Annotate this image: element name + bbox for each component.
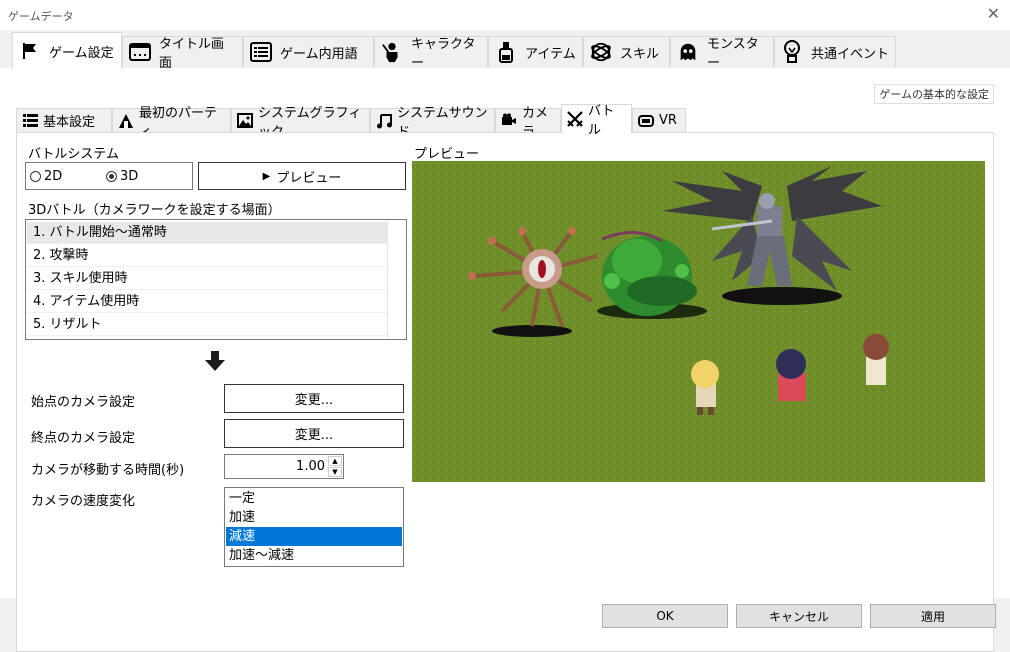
- list-item[interactable]: 1. バトル開始～通常時: [27, 222, 388, 244]
- list-icon: [250, 41, 272, 63]
- speed-option[interactable]: 一定: [226, 489, 402, 508]
- camera-scene-list-label: 3Dバトル（カメラワークを設定する場面）: [28, 203, 281, 218]
- battle-system-label: バトルシステム: [28, 147, 120, 162]
- pane-header: ゲームの基本的な設定: [874, 84, 994, 104]
- subtab-battle[interactable]: バトル: [561, 104, 632, 138]
- start-camera-label: 始点のカメラ設定: [31, 395, 136, 410]
- party-icon: [118, 113, 134, 129]
- speed-option[interactable]: 加速～減速: [226, 546, 402, 565]
- tab-item[interactable]: アイテム: [488, 36, 583, 67]
- subtab-system-graphic[interactable]: システムグラフィック: [231, 106, 370, 140]
- tab-label: ゲーム内用語: [280, 46, 358, 62]
- radio-3d[interactable]: 3D: [106, 169, 138, 184]
- subtab-vr[interactable]: VR: [632, 108, 686, 132]
- music-icon: [376, 113, 392, 129]
- tab-game-settings[interactable]: ゲーム設定: [12, 32, 122, 69]
- end-camera-change-button[interactable]: 変更...: [224, 419, 404, 448]
- speed-label: カメラの速度変化: [31, 494, 136, 509]
- party-member-brown-hair-sprite: [863, 334, 889, 385]
- image-icon: [237, 113, 253, 129]
- stepper-up-icon[interactable]: ▲: [328, 456, 342, 466]
- subtab-label: VR: [659, 113, 677, 128]
- stepper-down-icon[interactable]: ▼: [328, 467, 342, 477]
- radio-2d-label: 2D: [44, 169, 63, 184]
- end-camera-label: 終点のカメラ設定: [31, 431, 136, 446]
- preview-label: プレビュー: [414, 147, 480, 162]
- camera-icon: [501, 113, 517, 129]
- swords-icon: [567, 111, 583, 127]
- bottle-icon: [495, 41, 517, 63]
- tab-game-terms[interactable]: ゲーム内用語: [243, 36, 374, 67]
- start-camera-change-button[interactable]: 変更...: [224, 384, 404, 413]
- subtab-basic[interactable]: 基本設定: [16, 108, 112, 132]
- radio-3d-label: 3D: [120, 169, 139, 184]
- subtab-initial-party[interactable]: 最初のパーティ: [112, 106, 231, 140]
- flag-icon: [19, 40, 41, 62]
- subtab-label: 基本設定: [43, 115, 96, 130]
- preview-button-label: プレビュー: [276, 170, 342, 186]
- move-time-value: 1.00: [296, 459, 325, 474]
- character-icon: [381, 41, 403, 63]
- tab-label: キャラクター: [411, 37, 476, 71]
- party-member-dark-hair-sprite: [776, 349, 806, 401]
- tab-monster[interactable]: モンスター: [670, 36, 774, 71]
- window-title: ゲームデータ: [8, 10, 74, 23]
- ok-button[interactable]: OK: [602, 604, 728, 628]
- preview-button[interactable]: ▶ プレビュー: [198, 162, 406, 190]
- tab-label: アイテム: [525, 46, 576, 62]
- speed-option[interactable]: 加速: [226, 508, 402, 527]
- main-tab-bar: ゲーム設定 タイトル画面 ゲーム内用語 キャラクター アイテム スキル モンスタ…: [0, 32, 1010, 71]
- camera-scene-list: 1. バトル開始～通常時 2. 攻撃時 3. スキル使用時 4. アイテム使用時…: [25, 219, 407, 340]
- tab-title-screen[interactable]: タイトル画面: [122, 36, 243, 71]
- move-time-stepper[interactable]: 1.00 ▲ ▼: [224, 454, 344, 479]
- radio-3d-circle: [106, 171, 117, 182]
- subtab-label: バトル: [588, 104, 615, 138]
- battle-preview-image: [412, 161, 985, 482]
- apply-button[interactable]: 適用: [870, 604, 996, 628]
- bulb-icon: [781, 40, 803, 63]
- tab-character[interactable]: キャラクター: [374, 36, 488, 71]
- list-icon: [22, 113, 38, 129]
- radio-2d[interactable]: 2D: [30, 169, 62, 184]
- vr-icon: [638, 113, 654, 129]
- radio-2d-circle: [30, 171, 41, 182]
- battle-system-group: 2D 3D: [25, 162, 193, 190]
- tab-skill[interactable]: スキル: [583, 36, 670, 67]
- ghost-icon: [677, 41, 699, 63]
- play-icon: ▶: [262, 170, 271, 182]
- list-divider: [387, 220, 388, 339]
- list-item[interactable]: 4. アイテム使用時: [27, 291, 388, 313]
- subtab-camera[interactable]: カメラ: [495, 106, 561, 140]
- list-item[interactable]: 2. 攻撃時: [27, 245, 388, 267]
- title-bar: ゲームデータ ✕: [0, 0, 1010, 30]
- close-icon[interactable]: ✕: [987, 4, 1000, 23]
- list-item[interactable]: 3. スキル使用時: [27, 268, 388, 290]
- tab-common-event[interactable]: 共通イベント: [774, 36, 896, 67]
- tab-label: モンスター: [707, 37, 759, 71]
- speed-option[interactable]: 減速: [226, 527, 402, 546]
- speed-listbox: 一定 加速 減速 加速～減速: [224, 487, 404, 567]
- cancel-button[interactable]: キャンセル: [736, 604, 862, 628]
- tab-label: スキル: [620, 46, 660, 62]
- subtab-system-sound[interactable]: システムサウンド: [370, 106, 495, 140]
- arrow-down-icon: [204, 350, 226, 376]
- orb-icon: [590, 41, 612, 63]
- list-item[interactable]: 5. リザルト: [27, 314, 388, 336]
- tab-label: タイトル画面: [159, 37, 225, 71]
- tab-label: ゲーム設定: [49, 45, 114, 61]
- window-icon: [129, 41, 151, 63]
- move-time-label: カメラが移動する時間(秒): [31, 463, 185, 478]
- tab-label: 共通イベント: [811, 46, 890, 62]
